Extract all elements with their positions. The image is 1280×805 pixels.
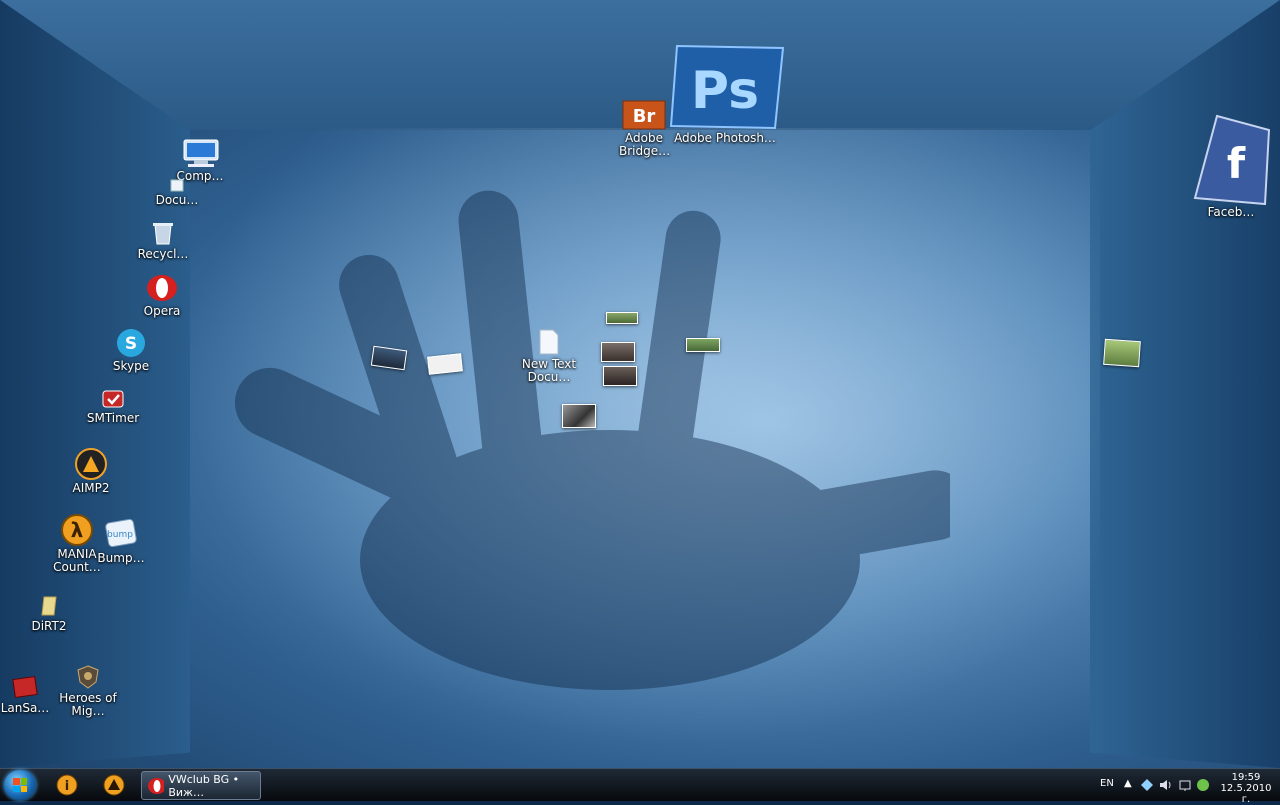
info-icon: i [56, 774, 78, 796]
desktop-icon-label: Recycl… [137, 247, 189, 261]
network-icon[interactable] [1140, 778, 1154, 792]
facebook-glyph-text: f [1227, 139, 1246, 188]
desktop-icon-opera[interactable]: Opera [127, 273, 197, 318]
desktop-icon-label: Heroes of Mig… [59, 691, 117, 718]
clock-date: 12.5.2010 г. [1220, 783, 1272, 805]
photo-thumbnail[interactable] [427, 353, 463, 375]
desktop-icon-label: Opera [143, 304, 181, 318]
volume-icon[interactable] [1158, 778, 1172, 792]
windows-flag-icon [13, 778, 27, 792]
action-center-icon[interactable] [1178, 778, 1192, 792]
smtimer-icon [100, 388, 126, 410]
computer-icon [178, 138, 222, 168]
svg-text:λ: λ [71, 518, 84, 542]
desktop-icon-label: Docu… [155, 193, 199, 207]
hand-print-wallpaper [234, 190, 950, 690]
svg-text:S: S [125, 334, 137, 354]
text-document-icon [537, 328, 561, 356]
system-tray: EN ▲ 19:59 12.5.2010 г. [1080, 769, 1280, 805]
taskbar-task-opera[interactable]: VWclub BG • Виж… [141, 771, 261, 800]
svg-text:bump: bump [107, 530, 133, 540]
photo-thumbnail[interactable] [686, 338, 720, 352]
documents-icon [167, 178, 187, 192]
desktop-icon-label: LanSa… [0, 701, 50, 715]
photoshop-icon: Ps [665, 42, 785, 130]
photo-thumbnail[interactable] [603, 366, 637, 386]
desktop-icon-smtimer[interactable]: SMTimer [78, 388, 148, 425]
aimp-icon [73, 448, 109, 480]
desktop-icon-facebook[interactable]: f Faceb… [1186, 112, 1276, 219]
dirt2-icon [38, 594, 60, 618]
desktop: Comp… Docu… Recycl… Opera S Skype SMTime… [0, 0, 1280, 768]
bridge-glyph-text: Br [633, 106, 656, 127]
desktop-icon-label: SMTimer [86, 411, 140, 425]
desktop-icon-heroes[interactable]: Heroes of Mig… [53, 664, 123, 718]
opera-icon [148, 777, 165, 794]
lansa-icon [10, 674, 40, 700]
desktop-icon-label: AIMP2 [72, 481, 110, 495]
desktop-icon-new-text-document[interactable]: New Text Docu… [514, 328, 584, 384]
bridge-icon: Br [622, 100, 666, 130]
opera-icon [145, 273, 179, 303]
desktop-icon-label: Adobe Photosh… [674, 131, 776, 145]
skype-icon: S [115, 328, 147, 358]
desktop-icon-skype[interactable]: S Skype [96, 328, 166, 373]
svg-text:i: i [65, 779, 69, 794]
desktop-icon-bumptop[interactable]: bump Bump… [86, 518, 156, 565]
desktop-icon-lansa[interactable]: LanSa… [0, 674, 60, 715]
aimp-icon [103, 774, 125, 796]
desktop-icon-label: Bump… [97, 551, 145, 565]
taskbar-pinned-aimp[interactable] [101, 773, 127, 797]
photoshop-glyph-text: Ps [691, 61, 759, 121]
bumptop-icon: bump [103, 518, 139, 550]
photo-thumbnail[interactable] [562, 404, 596, 428]
facebook-icon: f [1191, 112, 1271, 208]
taskbar-pinned-info[interactable]: i [54, 773, 80, 797]
recycle-bin-icon [150, 220, 176, 246]
room-left-wall [0, 0, 190, 768]
heroes-icon [75, 664, 101, 690]
photo-thumbnail[interactable] [606, 312, 638, 324]
desktop-icon-label: Skype [112, 359, 150, 373]
desktop-icon-recycle-bin[interactable]: Recycl… [128, 220, 198, 261]
desktop-icon-label: New Text Docu… [521, 357, 577, 384]
taskbar: i VWclub BG • Виж… EN ▲ 19:59 12.5.2010 … [0, 768, 1280, 805]
clock-time: 19:59 [1231, 772, 1261, 783]
clock[interactable]: 19:59 12.5.2010 г. [1216, 772, 1276, 805]
desktop-icon-computer[interactable]: Comp… [165, 138, 235, 183]
desktop-icon-documents[interactable]: Docu… [142, 178, 212, 207]
desktop-icon-aimp2[interactable]: AIMP2 [56, 448, 126, 495]
start-button[interactable] [4, 770, 36, 800]
desktop-icon-label: Faceb… [1207, 205, 1255, 219]
show-hidden-icons-button[interactable]: ▲ [1124, 778, 1132, 789]
taskbar-task-label: VWclub BG • Виж… [168, 772, 240, 799]
desktop-icon-dirt2[interactable]: DiRT2 [14, 594, 84, 633]
leaf-icon[interactable] [1196, 778, 1210, 792]
desktop-icon-adobe-photoshop[interactable]: Ps Adobe Photosh… [669, 42, 785, 145]
language-indicator[interactable]: EN [1100, 778, 1114, 789]
photo-stack[interactable] [1103, 338, 1141, 368]
desktop-icon-label: DiRT2 [31, 619, 67, 633]
desktop-icon-label: Adobe Bridge… [619, 131, 671, 158]
photo-thumbnail[interactable] [601, 342, 635, 362]
